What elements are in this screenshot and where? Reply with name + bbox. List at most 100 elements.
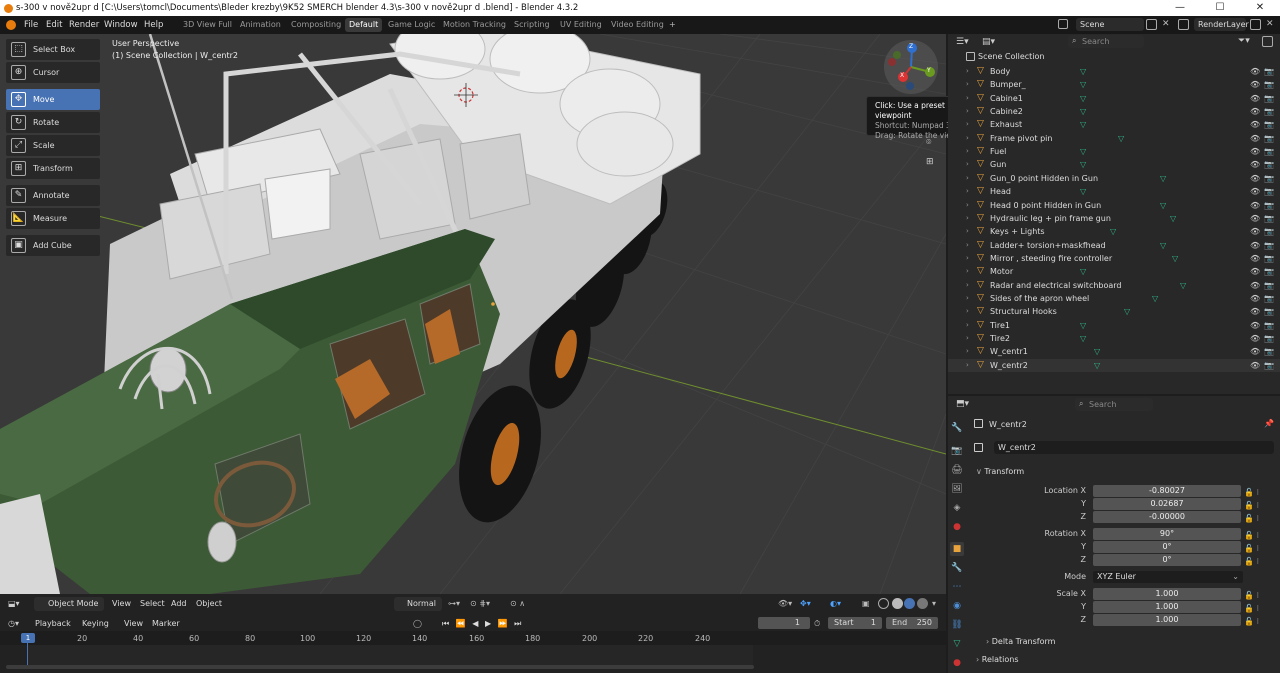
visibility-eye-icon[interactable]: 👁 xyxy=(1250,172,1260,185)
tab-3d-view-full[interactable]: 3D View Full xyxy=(179,18,236,32)
outliner-item[interactable]: › ▽ Gun ▽ 👁 📷 xyxy=(948,158,1280,171)
menu-object[interactable]: Object xyxy=(196,594,222,614)
render-camera-icon[interactable]: 📷 xyxy=(1264,92,1274,105)
editor-type-icon[interactable]: ⬓▾ xyxy=(8,594,20,614)
tool-annotate[interactable]: ✎ Annotate xyxy=(6,185,100,206)
current-frame-field[interactable]: 1 xyxy=(758,617,810,629)
expand-icon[interactable]: › xyxy=(966,132,969,145)
scale-x-field[interactable]: 1.000 xyxy=(1093,588,1241,600)
expand-icon[interactable]: › xyxy=(966,92,969,105)
maximize-button[interactable]: ☐ xyxy=(1200,0,1240,16)
expand-icon[interactable]: › xyxy=(966,145,969,158)
visibility-eye-icon[interactable]: 👁 xyxy=(1250,359,1260,372)
start-frame-field[interactable]: Start 1 xyxy=(828,617,882,629)
outliner-item[interactable]: › ▽ Body ▽ 👁 📷 xyxy=(948,65,1280,78)
physics-properties-icon[interactable]: ◉ xyxy=(950,599,964,613)
expand-icon[interactable]: › xyxy=(966,105,969,118)
pin-icon[interactable]: 📌 xyxy=(1264,419,1274,428)
render-camera-icon[interactable]: 📷 xyxy=(1264,359,1274,372)
visibility-eye-icon[interactable]: 👁 xyxy=(1250,265,1260,278)
tab-motion-tracking[interactable]: Motion Tracking xyxy=(439,18,510,32)
expand-icon[interactable]: › xyxy=(966,225,969,238)
expand-icon[interactable]: › xyxy=(966,279,969,292)
properties-editor-icon[interactable]: ⬒▾ xyxy=(956,399,969,409)
outliner-item[interactable]: › ▽ Bumper_ ▽ 👁 📷 xyxy=(948,78,1280,91)
outliner-item[interactable]: › ▽ Tire2 ▽ 👁 📷 xyxy=(948,332,1280,345)
playhead[interactable]: 1 xyxy=(21,633,35,643)
tab-scripting[interactable]: Scripting xyxy=(510,18,554,32)
outliner-item[interactable]: › ▽ Ladder+ torsion+maskfhead ▽ 👁 📷 xyxy=(948,239,1280,252)
expand-icon[interactable]: › xyxy=(966,305,969,318)
visibility-eye-icon[interactable]: 👁 xyxy=(1250,145,1260,158)
gizmo-toggle-icon[interactable]: ✥▾ xyxy=(800,594,811,614)
render-camera-icon[interactable]: 📷 xyxy=(1264,132,1274,145)
display-mode-icon[interactable]: ▤▾ xyxy=(982,37,995,47)
tool-properties-icon[interactable]: 🔧 xyxy=(950,421,964,435)
view-layer-selector[interactable]: RenderLayer xyxy=(1194,18,1249,31)
shading-options-icon[interactable]: ▾ xyxy=(932,594,936,614)
expand-icon[interactable]: › xyxy=(966,239,969,252)
outliner-search-input[interactable]: Search xyxy=(1068,35,1144,48)
menu-file[interactable]: File xyxy=(24,16,38,34)
expand-icon[interactable]: › xyxy=(966,158,969,171)
outliner-item[interactable]: › ▽ Head 0 point Hidden in Gun ▽ 👁 📷 xyxy=(948,199,1280,212)
material-properties-icon[interactable]: ● xyxy=(950,656,964,670)
render-camera-icon[interactable]: 📷 xyxy=(1264,145,1274,158)
expand-icon[interactable]: › xyxy=(966,212,969,225)
timeline-scrollbar[interactable] xyxy=(6,665,754,669)
scale-z-field[interactable]: 1.000 xyxy=(1093,614,1241,626)
render-camera-icon[interactable]: 📷 xyxy=(1264,252,1274,265)
scene-collection-label[interactable]: Scene Collection xyxy=(978,52,1045,61)
visibility-eye-icon[interactable]: 👁 xyxy=(1250,225,1260,238)
expand-icon[interactable]: › xyxy=(966,118,969,131)
render-camera-icon[interactable]: 📷 xyxy=(1264,199,1274,212)
visibility-eye-icon[interactable]: 👁 xyxy=(1250,319,1260,332)
visibility-eye-icon[interactable]: 👁 xyxy=(1250,158,1260,171)
expand-icon[interactable]: › xyxy=(966,65,969,78)
render-camera-icon[interactable]: 📷 xyxy=(1264,292,1274,305)
pivot-icon[interactable]: ⊶▾ xyxy=(448,594,460,614)
location-y-field[interactable]: 0.02687 xyxy=(1093,498,1241,510)
render-properties-icon[interactable]: 📷 xyxy=(950,444,964,458)
render-camera-icon[interactable]: 📷 xyxy=(1264,78,1274,91)
snap-icon[interactable]: ⊙ ⋕▾ xyxy=(470,594,490,614)
delete-view-layer-icon[interactable]: ✕ xyxy=(1266,19,1274,29)
visibility-eye-icon[interactable]: 👁 xyxy=(1250,252,1260,265)
output-properties-icon[interactable]: 🖨 xyxy=(950,463,964,477)
wireframe-shading-icon[interactable] xyxy=(878,598,889,609)
location-z-field[interactable]: -0.00000 xyxy=(1093,511,1241,523)
outliner-item[interactable]: › ▽ Cabine2 ▽ 👁 📷 xyxy=(948,105,1280,118)
menu-edit[interactable]: Edit xyxy=(46,16,62,34)
visibility-eye-icon[interactable]: 👁 xyxy=(1250,132,1260,145)
expand-icon[interactable]: › xyxy=(966,332,969,345)
solid-shading-icon[interactable] xyxy=(892,598,903,609)
render-camera-icon[interactable]: 📷 xyxy=(1264,279,1274,292)
outliner-item[interactable]: › ▽ Mirror , steeding fire controller ▽ 👁 📷 xyxy=(948,252,1280,265)
xray-icon[interactable]: ▣ xyxy=(862,594,870,614)
tool-move[interactable]: ✥ Move xyxy=(6,89,100,110)
tool-select-box[interactable]: ⬚ Select Box xyxy=(6,39,100,60)
end-frame-field[interactable]: End 250 xyxy=(886,617,938,629)
tab-video-editing[interactable]: Video Editing xyxy=(607,18,668,32)
navigation-gizmo[interactable]: Z Y X xyxy=(884,40,938,94)
outliner-item[interactable]: › ▽ Tire1 ▽ 👁 📷 xyxy=(948,319,1280,332)
world-properties-icon[interactable]: ● xyxy=(950,520,964,534)
render-camera-icon[interactable]: 📷 xyxy=(1264,158,1274,171)
new-scene-icon[interactable] xyxy=(1146,19,1157,30)
particles-properties-icon[interactable]: ⋯ xyxy=(950,580,964,594)
render-camera-icon[interactable]: 📷 xyxy=(1264,239,1274,252)
new-collection-icon[interactable] xyxy=(1262,36,1273,47)
grid-view-icon[interactable]: ⊞ xyxy=(926,157,937,168)
rotation-lock-icons[interactable]: 🔓 ⁝ 🔓 ⁝ 🔓 ⁝ xyxy=(1244,529,1259,568)
render-camera-icon[interactable]: 📷 xyxy=(1264,305,1274,318)
visibility-eye-icon[interactable]: 👁 xyxy=(1250,292,1260,305)
render-camera-icon[interactable]: 📷 xyxy=(1264,185,1274,198)
tool-transform[interactable]: ⊞ Transform xyxy=(6,158,100,179)
3d-viewport[interactable]: User Perspective (1) Scene Collection | … xyxy=(0,34,946,594)
minimize-button[interactable]: — xyxy=(1160,0,1200,16)
outliner-item[interactable]: › ▽ Fuel ▽ 👁 📷 xyxy=(948,145,1280,158)
expand-icon[interactable]: › xyxy=(966,359,969,372)
expand-icon[interactable]: › xyxy=(966,185,969,198)
outliner-item[interactable]: › ▽ Radar and electrical switchboard ▽ 👁 📷 xyxy=(948,279,1280,292)
object-mode-dropdown[interactable]: Object Mode xyxy=(34,597,104,611)
